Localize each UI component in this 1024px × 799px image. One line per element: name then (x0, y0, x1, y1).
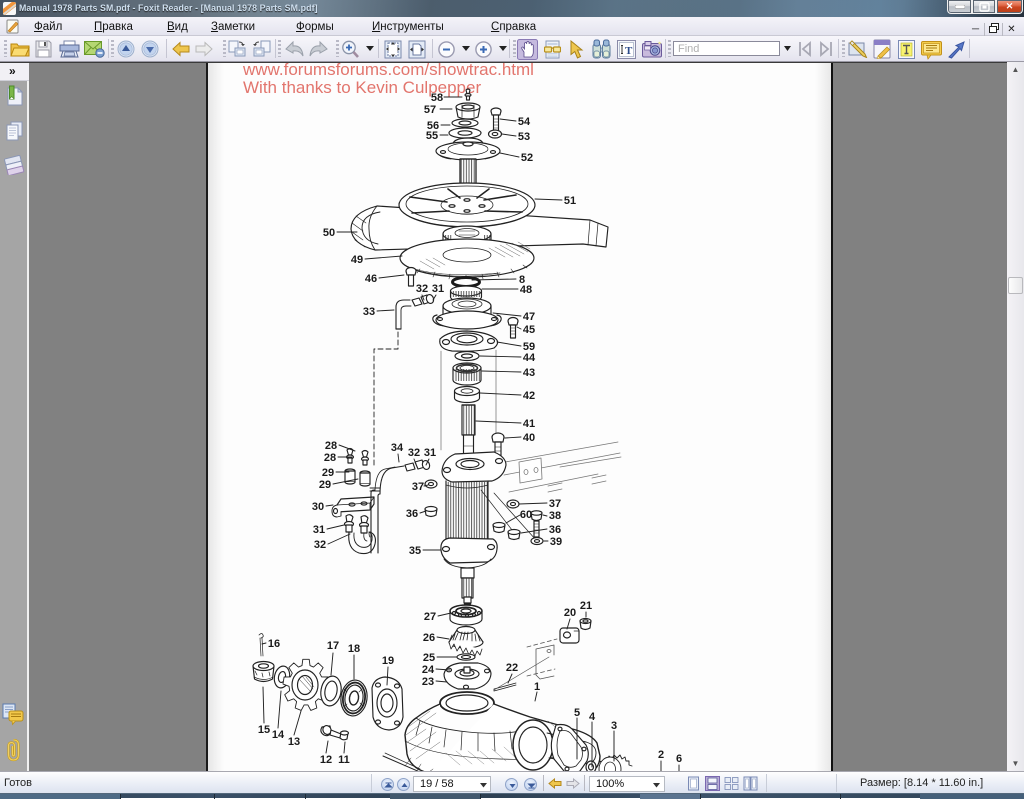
svg-text:44: 44 (523, 352, 536, 364)
svg-text:58: 58 (431, 92, 443, 104)
svg-text:5: 5 (574, 707, 580, 719)
svg-text:31: 31 (313, 524, 325, 536)
svg-text:19: 19 (382, 655, 394, 667)
svg-text:41: 41 (523, 418, 535, 430)
svg-text:46: 46 (365, 273, 377, 285)
svg-text:21: 21 (580, 600, 592, 612)
svg-text:16: 16 (268, 638, 280, 650)
svg-text:17: 17 (327, 640, 339, 652)
svg-text:48: 48 (520, 284, 532, 296)
svg-text:20: 20 (564, 607, 576, 619)
svg-text:49: 49 (351, 254, 363, 266)
svg-text:38: 38 (549, 510, 561, 522)
svg-text:1: 1 (534, 681, 540, 693)
svg-text:22: 22 (506, 662, 518, 674)
svg-text:39: 39 (550, 536, 562, 548)
svg-text:31: 31 (432, 283, 444, 295)
svg-text:35: 35 (409, 545, 421, 557)
svg-text:55: 55 (426, 130, 438, 142)
svg-text:32: 32 (314, 539, 326, 551)
svg-text:51: 51 (564, 195, 576, 207)
svg-text:29: 29 (319, 479, 331, 491)
svg-text:2: 2 (658, 749, 664, 761)
svg-text:40: 40 (523, 432, 535, 444)
svg-text:www.forumsforums.com/showtrac.: www.forumsforums.com/showtrac.html (242, 63, 534, 79)
svg-text:32: 32 (416, 283, 428, 295)
svg-text:50: 50 (323, 227, 335, 239)
svg-text:24: 24 (422, 664, 435, 676)
svg-text:26: 26 (423, 632, 435, 644)
svg-text:12: 12 (320, 754, 332, 766)
svg-text:25: 25 (423, 652, 435, 664)
svg-text:6: 6 (676, 753, 682, 765)
svg-text:4: 4 (589, 711, 596, 723)
svg-text:14: 14 (272, 729, 285, 741)
svg-text:52: 52 (521, 152, 533, 164)
svg-text:37: 37 (549, 498, 561, 510)
svg-text:45: 45 (523, 324, 535, 336)
svg-text:32: 32 (408, 447, 420, 459)
svg-text:33: 33 (363, 306, 375, 318)
svg-text:29: 29 (322, 467, 334, 479)
svg-text:43: 43 (523, 367, 535, 379)
svg-text:28: 28 (325, 440, 337, 452)
svg-text:31: 31 (424, 447, 436, 459)
svg-text:37: 37 (412, 481, 424, 493)
svg-text:30: 30 (312, 501, 324, 513)
svg-text:57: 57 (424, 104, 436, 116)
svg-text:53: 53 (518, 131, 530, 143)
svg-text:27: 27 (424, 611, 436, 623)
svg-text:34: 34 (391, 442, 404, 454)
svg-text:13: 13 (288, 736, 300, 748)
svg-text:18: 18 (348, 643, 360, 655)
svg-text:15: 15 (258, 724, 270, 736)
svg-text:28: 28 (324, 452, 336, 464)
svg-text:36: 36 (549, 524, 561, 536)
svg-text:36: 36 (406, 508, 418, 520)
svg-text:T: T (625, 45, 633, 57)
svg-text:3: 3 (611, 720, 617, 732)
svg-text:47: 47 (523, 311, 535, 323)
svg-text:54: 54 (518, 116, 531, 128)
svg-text:42: 42 (523, 390, 535, 402)
svg-text:60: 60 (520, 509, 532, 521)
svg-text:23: 23 (422, 676, 434, 688)
svg-text:With thanks to Kevin Culpepper: With thanks to Kevin Culpepper (243, 78, 481, 97)
svg-text:11: 11 (338, 754, 350, 766)
